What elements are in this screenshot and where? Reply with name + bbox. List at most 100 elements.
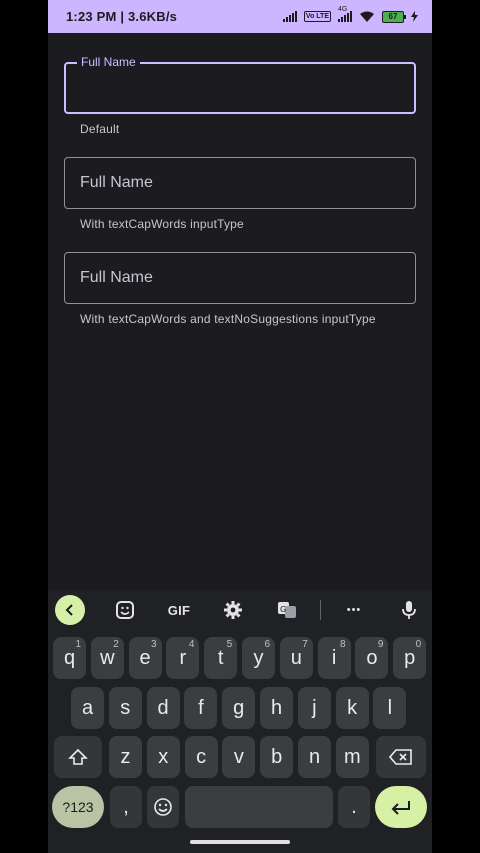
backspace-key[interactable] — [376, 736, 426, 778]
key-q[interactable]: q1 — [53, 637, 86, 679]
key-label: q — [63, 646, 76, 669]
key-d[interactable]: d — [146, 687, 180, 729]
key-g[interactable]: g — [222, 687, 256, 729]
full-name-field-capwords[interactable]: Full Name — [64, 157, 416, 209]
key-r[interactable]: r4 — [166, 637, 200, 679]
key-i[interactable]: i8 — [317, 637, 351, 679]
network-type-label: 4G — [338, 6, 348, 13]
field-label: Full Name — [77, 55, 140, 69]
key-t[interactable]: t5 — [204, 637, 238, 679]
key-label: n — [308, 745, 321, 768]
backspace-icon — [389, 749, 412, 765]
key-e[interactable]: e3 — [128, 637, 162, 679]
mic-icon[interactable] — [394, 596, 424, 624]
key-hint: 8 — [340, 639, 346, 650]
chevron-left-icon[interactable] — [55, 595, 85, 625]
key-b[interactable]: b — [260, 736, 294, 778]
key-label: m — [343, 745, 361, 768]
enter-icon — [391, 801, 410, 815]
key-a[interactable]: a — [71, 687, 104, 729]
key-m[interactable]: m — [335, 736, 369, 778]
period-key[interactable]: . — [338, 786, 370, 828]
supporting-text-capwords: With textCapWords inputType — [80, 217, 244, 231]
key-o[interactable]: o9 — [355, 637, 389, 679]
key-z[interactable]: z — [109, 736, 142, 778]
key-hint: 3 — [151, 639, 157, 650]
key-u[interactable]: u7 — [279, 637, 313, 679]
key-hint: 2 — [113, 639, 119, 650]
emoji-icon — [154, 798, 172, 816]
key-label: e — [139, 646, 151, 669]
key-label: c — [196, 745, 207, 768]
key-label: u — [290, 646, 302, 669]
key-k[interactable]: k — [335, 687, 369, 729]
key-c[interactable]: c — [184, 736, 218, 778]
key-n[interactable]: n — [298, 736, 331, 778]
wifi-icon — [360, 11, 374, 22]
key-y[interactable]: y6 — [242, 637, 275, 679]
key-label: g — [233, 696, 245, 719]
shift-icon — [68, 748, 88, 765]
soft-keyboard: GIF G ••• q1w2e3r4t5y6u7i8o9p0 asdfghjkl — [48, 590, 432, 853]
shift-key[interactable] — [54, 736, 102, 778]
signal-4g-icon: 4G — [338, 6, 352, 22]
key-label: h — [270, 696, 283, 719]
signal-icon — [282, 11, 297, 22]
key-label: o — [366, 646, 378, 669]
key-label: p — [404, 646, 416, 669]
field-label: Full Name — [80, 269, 153, 286]
key-label: l — [387, 696, 393, 719]
translate-icon[interactable]: G — [272, 596, 302, 624]
key-label: r — [179, 646, 187, 669]
key-label: z — [120, 745, 131, 768]
field-label: Full Name — [80, 174, 153, 191]
key-hint: 5 — [226, 639, 233, 650]
key-label: y — [253, 646, 264, 669]
key-v[interactable]: v — [222, 736, 256, 778]
supporting-text-default: Default — [80, 122, 120, 136]
key-label: t — [217, 646, 224, 669]
svg-text:G: G — [280, 605, 286, 614]
key-hint: 0 — [415, 639, 422, 650]
battery-icon: 67 — [382, 10, 406, 23]
key-label: i — [331, 646, 337, 669]
space-key[interactable] — [185, 786, 333, 828]
key-label: v — [233, 745, 244, 768]
key-j[interactable]: j — [297, 687, 331, 729]
key-hint: 9 — [377, 639, 384, 650]
key-s[interactable]: s — [108, 687, 142, 729]
emoji-key[interactable] — [147, 786, 179, 828]
status-time: 1:23 PM | 3.6KB/s — [66, 9, 178, 24]
enter-key[interactable] — [375, 786, 427, 828]
key-p[interactable]: p0 — [393, 637, 427, 679]
full-name-field-capwords-nosuggestions[interactable]: Full Name — [64, 252, 416, 304]
key-h[interactable]: h — [260, 687, 293, 729]
key-label: j — [312, 696, 317, 719]
gif-button[interactable]: GIF — [164, 596, 194, 624]
key-hint: 4 — [188, 639, 195, 650]
key-l[interactable]: l — [373, 687, 407, 729]
gear-icon[interactable] — [218, 596, 248, 624]
volte-badge: Vo LTE — [303, 11, 331, 22]
key-label: x — [158, 745, 169, 768]
key-x[interactable]: x — [146, 736, 180, 778]
status-bar: 1:23 PM | 3.6KB/s Vo LTE 4G 67 — [48, 0, 432, 33]
comma-key[interactable]: , — [110, 786, 142, 828]
symbols-key[interactable]: ?123 — [52, 786, 104, 828]
sticker-icon[interactable] — [110, 596, 140, 624]
key-hint: 1 — [75, 639, 81, 650]
status-icons: Vo LTE 4G 67 — [282, 6, 418, 23]
gesture-nav-handle[interactable] — [190, 840, 290, 844]
toolbar-divider — [320, 600, 321, 620]
key-label: k — [347, 696, 358, 719]
battery-level: 67 — [388, 11, 398, 21]
key-w[interactable]: w2 — [90, 637, 124, 679]
full-name-field-default[interactable]: Full Name — [64, 55, 416, 114]
key-f[interactable]: f — [184, 687, 218, 729]
key-label: s — [120, 696, 131, 719]
charging-icon — [411, 11, 418, 22]
supporting-text-capwords-nosuggestions: With textCapWords and textNoSuggestions … — [80, 312, 376, 326]
key-hint: 7 — [302, 639, 308, 650]
key-label: a — [81, 696, 94, 719]
more-icon[interactable]: ••• — [339, 596, 369, 624]
